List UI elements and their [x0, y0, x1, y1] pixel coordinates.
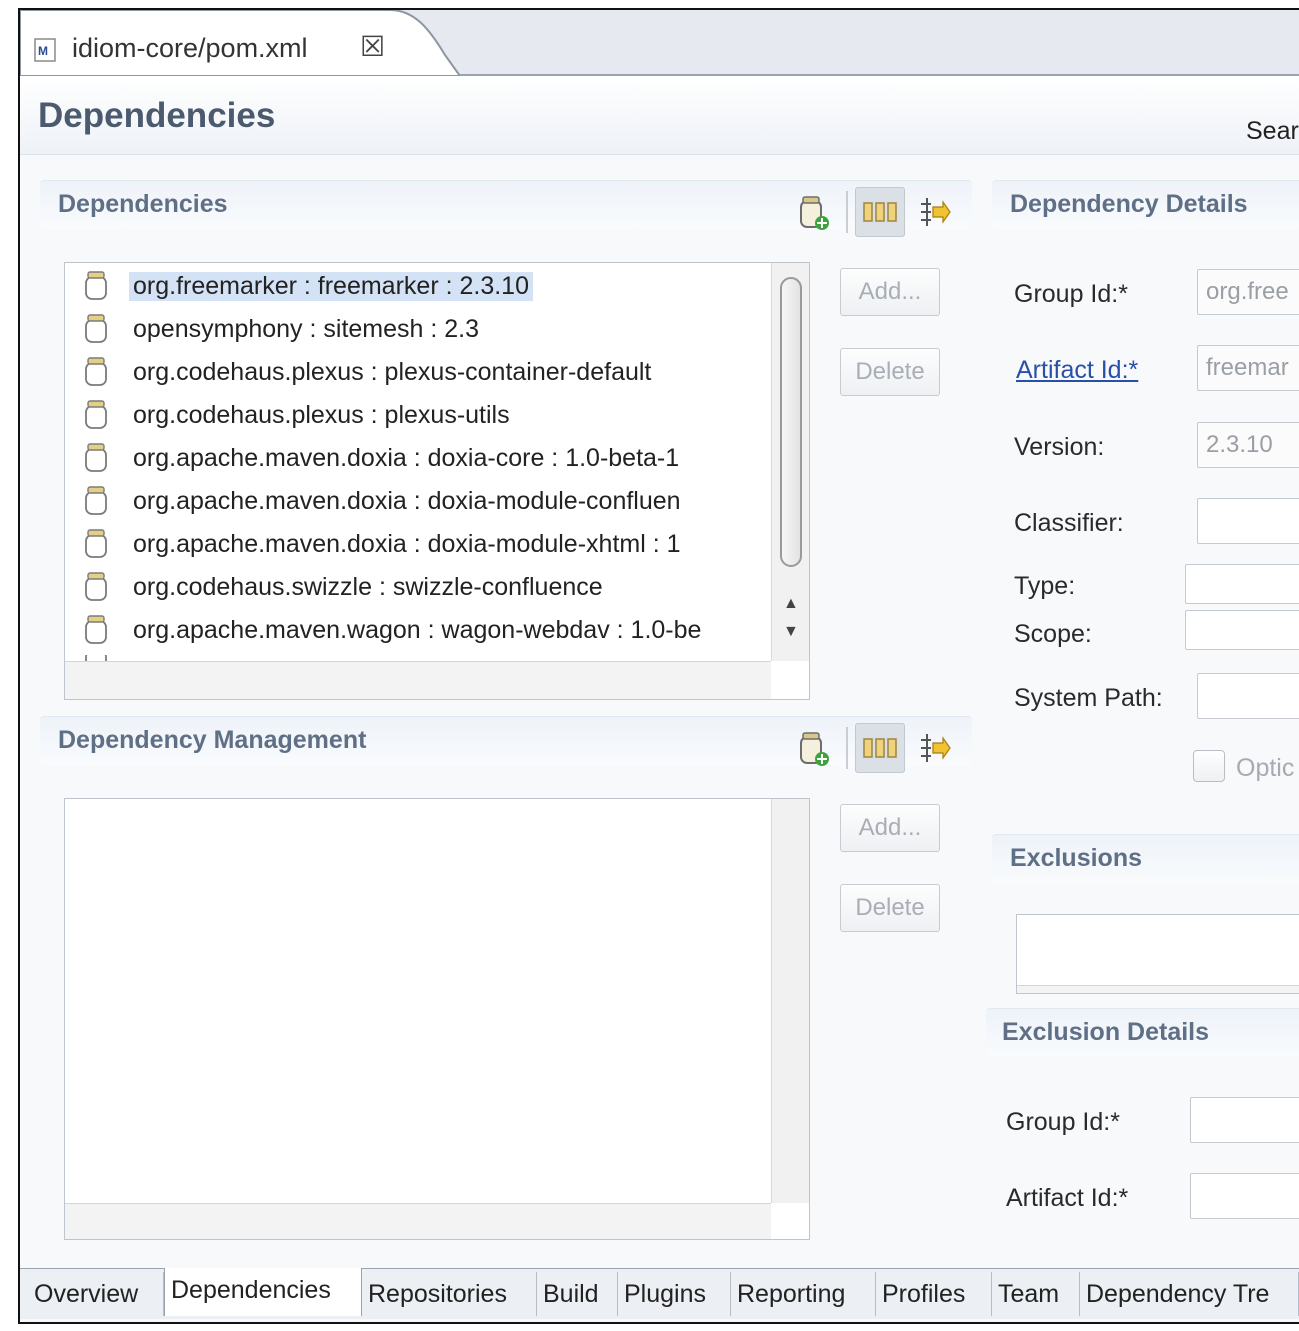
- group-id-label: Group Id:*: [1014, 280, 1128, 308]
- tab-build[interactable]: Build: [537, 1272, 618, 1316]
- toolbar-separator: [846, 727, 848, 769]
- dependency-list-item[interactable]: org.apache.maven.doxia : doxia-module-co…: [83, 483, 685, 519]
- artifact-id-link[interactable]: Artifact Id:*: [1016, 356, 1138, 385]
- dependency-label: org.apache.maven.wagon : wagon-webdav : …: [133, 615, 702, 644]
- jar-icon: [85, 443, 107, 472]
- add-dependency-icon[interactable]: [797, 195, 831, 231]
- jar-icon: [85, 615, 107, 644]
- version-label: Version:: [1014, 433, 1105, 461]
- group-id-field[interactable]: org.free: [1197, 269, 1299, 315]
- sort-icon[interactable]: [917, 194, 951, 230]
- tab-plugins[interactable]: Plugins: [618, 1272, 731, 1316]
- scrollbar-thumb[interactable]: [780, 277, 802, 567]
- tab-team[interactable]: Team: [992, 1272, 1080, 1316]
- add-dependency-button[interactable]: Add...: [840, 268, 940, 316]
- exclusion-artifact-id-field[interactable]: [1190, 1173, 1299, 1219]
- dependency-list-item[interactable]: org.freemarker : freemarker : 2.3.10: [83, 268, 533, 304]
- scroll-up-icon[interactable]: ▲: [783, 595, 799, 613]
- exclusions-title: Exclusions: [1010, 844, 1142, 872]
- search-link[interactable]: Sear: [1246, 117, 1299, 146]
- dependency-list-item[interactable]: org.codehaus.swizzle : swizzle-confluenc…: [83, 569, 607, 605]
- horizontal-scrollbar[interactable]: [65, 661, 771, 699]
- dependency-label: org.apache.maven.doxia : doxia-module-co…: [133, 486, 681, 515]
- close-icon[interactable]: ☒: [360, 30, 385, 63]
- system-path-label: System Path:: [1014, 684, 1163, 712]
- toolbar-separator: [846, 191, 848, 233]
- scope-combo[interactable]: [1185, 610, 1299, 650]
- jar-icon: [85, 357, 107, 386]
- jar-icon: [85, 529, 107, 558]
- classifier-label: Classifier:: [1014, 509, 1124, 537]
- artifact-id-field[interactable]: freemar: [1197, 345, 1299, 391]
- dependency-list-item[interactable]: opensymphony : sitemesh : 2.3: [83, 311, 483, 347]
- exclusion-group-id-field[interactable]: [1190, 1097, 1299, 1143]
- scroll-down-icon[interactable]: ▼: [783, 623, 799, 641]
- jar-icon: [85, 486, 107, 515]
- tab-dependency-tre[interactable]: Dependency Tre: [1080, 1272, 1299, 1316]
- vertical-scrollbar[interactable]: ▲ ▼: [771, 263, 809, 661]
- optional-checkbox[interactable]: [1193, 750, 1225, 782]
- version-field[interactable]: 2.3.10: [1197, 422, 1299, 468]
- show-group-id-icon: [863, 202, 897, 222]
- exclusion-group-id-label: Group Id:*: [1006, 1108, 1120, 1136]
- dependencies-section-title: Dependencies: [58, 190, 228, 218]
- tab-reporting[interactable]: Reporting: [731, 1272, 876, 1316]
- dependency-management-list[interactable]: [64, 798, 810, 1240]
- horizontal-scrollbar[interactable]: [1017, 985, 1299, 993]
- delete-managed-dependency-button[interactable]: Delete: [840, 884, 940, 932]
- tab-overview[interactable]: Overview: [28, 1272, 164, 1316]
- classifier-field[interactable]: [1197, 498, 1299, 544]
- dependency-label: org.codehaus.plexus : plexus-container-d…: [133, 357, 652, 386]
- dependency-label: org.apache.maven.doxia : doxia-core : 1.…: [133, 443, 680, 472]
- tab-profiles[interactable]: Profiles: [876, 1272, 992, 1316]
- svg-text:M: M: [38, 44, 48, 58]
- show-group-id-toggle-managed[interactable]: [855, 723, 905, 773]
- jar-icon: [85, 572, 107, 601]
- editor-tab-title[interactable]: idiom-core/pom.xml: [72, 33, 308, 64]
- dependency-label: opensymphony : sitemesh : 2.3: [133, 314, 480, 343]
- dependency-management-section-title: Dependency Management: [58, 726, 367, 754]
- dependency-list-item[interactable]: org.codehaus.plexus : plexus-container-d…: [83, 354, 655, 390]
- exclusion-artifact-id-label: Artifact Id:*: [1006, 1184, 1129, 1212]
- horizontal-scrollbar[interactable]: [65, 1203, 771, 1239]
- scope-label: Scope:: [1014, 620, 1092, 648]
- vertical-scrollbar[interactable]: [771, 799, 809, 1203]
- jar-icon: [85, 400, 107, 429]
- type-label: Type:: [1014, 572, 1076, 600]
- type-combo[interactable]: [1185, 564, 1299, 604]
- jar-icon: [85, 271, 107, 300]
- dependency-details-title: Dependency Details: [1010, 190, 1248, 218]
- dependency-list-item[interactable]: org.codehaus.plexus : plexus-utils: [83, 397, 514, 433]
- dependency-label: org.codehaus.swizzle : swizzle-confluenc…: [133, 572, 603, 601]
- dependency-list-item[interactable]: org.apache.maven.doxia : doxia-core : 1.…: [83, 440, 683, 476]
- show-group-id-toggle[interactable]: [855, 187, 905, 237]
- dependency-list-item[interactable]: org.apache.maven.wagon : wagon-webdav : …: [83, 612, 705, 648]
- exclusions-list[interactable]: [1016, 914, 1299, 994]
- delete-dependency-button[interactable]: Delete: [840, 348, 940, 396]
- sort-icon[interactable]: [917, 730, 951, 766]
- dependency-label: org.apache.maven.doxia : doxia-module-xh…: [133, 529, 681, 558]
- dependency-label: org.freemarker : freemarker : 2.3.10: [129, 271, 533, 301]
- tab-dependencies[interactable]: Dependencies: [164, 1268, 362, 1316]
- tab-repositories[interactable]: Repositories: [362, 1272, 537, 1316]
- add-managed-dependency-icon[interactable]: [797, 731, 831, 767]
- system-path-field[interactable]: [1197, 673, 1299, 719]
- page-title: Dependencies: [38, 96, 276, 135]
- pom-editor-window: M idiom-core/pom.xml ☒ Dependencies Sear…: [0, 0, 1299, 1331]
- dependency-list-item[interactable]: org.apache.maven.doxia : doxia-module-xh…: [83, 526, 685, 562]
- dependency-label: org.codehaus.plexus : plexus-utils: [133, 400, 510, 429]
- jar-icon: [85, 314, 107, 343]
- exclusion-details-title: Exclusion Details: [1002, 1018, 1210, 1046]
- optional-label: Optic: [1236, 754, 1295, 782]
- show-group-id-icon: [863, 738, 897, 758]
- dependencies-list[interactable]: org.freemarker : freemarker : 2.3.10 open…: [64, 262, 810, 700]
- maven-pom-icon: M: [34, 38, 56, 62]
- add-managed-dependency-button[interactable]: Add...: [840, 804, 940, 852]
